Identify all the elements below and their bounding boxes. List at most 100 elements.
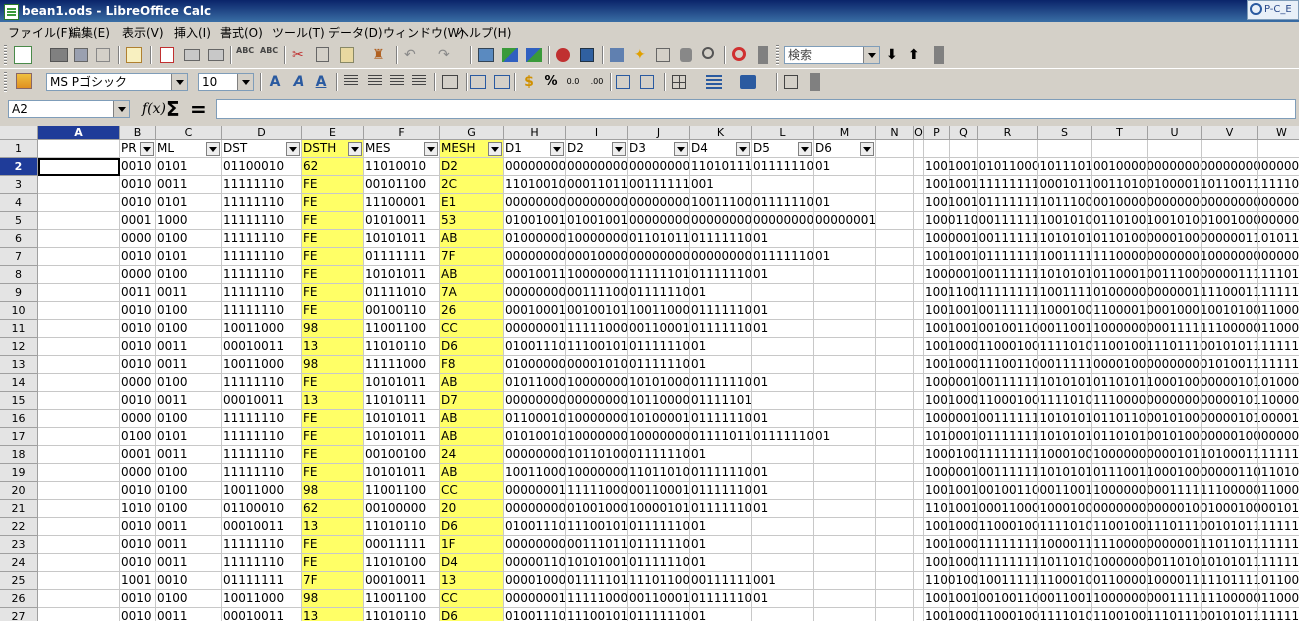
row-header-19[interactable]: 19 (0, 464, 38, 482)
cell-m25[interactable] (814, 572, 876, 590)
cell-a2[interactable] (38, 158, 120, 176)
font-size-arrow-icon[interactable] (237, 74, 253, 90)
pivot-table-icon[interactable] (580, 48, 594, 62)
row-header-5[interactable]: 5 (0, 212, 38, 230)
cell-h11[interactable]: 00000001 (504, 320, 566, 338)
cell-e18[interactable]: FE (302, 446, 364, 464)
cell-q21[interactable] (950, 500, 978, 518)
cell-i5[interactable]: 01001001 (566, 212, 628, 230)
cell-j3[interactable]: 00111111 (628, 176, 690, 194)
cell-l11[interactable]: 01 (752, 320, 814, 338)
print-icon[interactable] (184, 49, 200, 61)
cell-g2[interactable]: D2 (440, 158, 504, 176)
cell-i6[interactable]: 10000000 (566, 230, 628, 248)
header-cell[interactable] (1038, 140, 1092, 158)
cell-j4[interactable]: 00000000 (628, 194, 690, 212)
cell-f15[interactable]: 11010111 (364, 392, 440, 410)
column-header-a[interactable]: A (38, 126, 120, 140)
cell-v5[interactable] (1202, 212, 1258, 230)
autospellcheck-icon[interactable]: ABC (260, 46, 278, 64)
cell-o15[interactable] (914, 392, 924, 410)
cell-o18[interactable] (914, 446, 924, 464)
cell-p4[interactable]: 1001001011111111011100001000000000000000… (924, 194, 1299, 212)
cell-i11[interactable]: 11111000 (566, 320, 628, 338)
cell-j25[interactable]: 11101100 (628, 572, 690, 590)
cut-icon[interactable]: ✂ (292, 46, 310, 64)
font-size-box[interactable]: 10 (198, 73, 254, 91)
header-cell[interactable] (914, 140, 924, 158)
cell-e22[interactable]: 13 (302, 518, 364, 536)
cell-p22[interactable]: 1001000110001001111010110010011101110010… (924, 518, 1299, 536)
column-header-q[interactable]: Q (950, 126, 978, 140)
background-color-icon[interactable] (740, 75, 756, 89)
cell-w23[interactable] (1258, 536, 1299, 554)
cell-i9[interactable]: 00111100 (566, 284, 628, 302)
cell-u20[interactable] (1148, 482, 1202, 500)
cell-f24[interactable]: 11010100 (364, 554, 440, 572)
cell-u8[interactable] (1148, 266, 1202, 284)
spellcheck-icon[interactable]: ABC (236, 46, 254, 64)
cell-n17[interactable] (876, 428, 914, 446)
cell-t13[interactable] (1092, 356, 1148, 374)
cell-c17[interactable]: 0101 (156, 428, 222, 446)
cell-a14[interactable] (38, 374, 120, 392)
cell-g26[interactable]: CC (440, 590, 504, 608)
cell-q26[interactable] (950, 590, 978, 608)
cell-a20[interactable] (38, 482, 120, 500)
cell-b15[interactable]: 0010 (120, 392, 156, 410)
cell-c13[interactable]: 0011 (156, 356, 222, 374)
find-next-icon[interactable]: ⬇ (886, 46, 904, 64)
cell-r18[interactable] (978, 446, 1038, 464)
export-pdf-icon[interactable] (160, 47, 174, 63)
cell-n5[interactable] (876, 212, 914, 230)
cell-e12[interactable]: 13 (302, 338, 364, 356)
cell-h15[interactable]: 00000000 (504, 392, 566, 410)
cell-j16[interactable]: 10100001 (628, 410, 690, 428)
autofilter-arrow-icon[interactable] (424, 142, 438, 156)
cell-g24[interactable]: D4 (440, 554, 504, 572)
bold-button[interactable]: A (266, 73, 284, 91)
cell-o27[interactable] (914, 608, 924, 621)
cell-i2[interactable]: 00000000 (566, 158, 628, 176)
cell-g14[interactable]: AB (440, 374, 504, 392)
cell-m27[interactable] (814, 608, 876, 621)
cell-b3[interactable]: 0010 (120, 176, 156, 194)
cell-s3[interactable] (1038, 176, 1092, 194)
cell-v8[interactable] (1202, 266, 1258, 284)
row-header-26[interactable]: 26 (0, 590, 38, 608)
cell-f4[interactable]: 11100001 (364, 194, 440, 212)
cell-u4[interactable] (1148, 194, 1202, 212)
cell-w19[interactable] (1258, 464, 1299, 482)
find-previous-icon[interactable]: ⬆ (908, 46, 926, 64)
cell-e20[interactable]: 98 (302, 482, 364, 500)
cell-q11[interactable] (950, 320, 978, 338)
cell-d7[interactable]: 11111110 (222, 248, 302, 266)
cell-d10[interactable]: 11111110 (222, 302, 302, 320)
cell-v27[interactable] (1202, 608, 1258, 621)
cell-c19[interactable]: 0100 (156, 464, 222, 482)
cell-q22[interactable] (950, 518, 978, 536)
cell-i15[interactable]: 00000000 (566, 392, 628, 410)
cell-e5[interactable]: FE (302, 212, 364, 230)
cell-w7[interactable] (1258, 248, 1299, 266)
cell-h3[interactable]: 11010010 (504, 176, 566, 194)
cell-g11[interactable]: CC (440, 320, 504, 338)
cell-q14[interactable] (950, 374, 978, 392)
cell-r20[interactable] (978, 482, 1038, 500)
cell-h21[interactable]: 00000000 (504, 500, 566, 518)
column-header-b[interactable]: B (120, 126, 156, 140)
cell-h18[interactable]: 00000000 (504, 446, 566, 464)
cell-t12[interactable] (1092, 338, 1148, 356)
cell-q15[interactable] (950, 392, 978, 410)
cell-j2[interactable]: 00000000 (628, 158, 690, 176)
header-cell[interactable] (950, 140, 978, 158)
cell-d24[interactable]: 11111110 (222, 554, 302, 572)
cell-w18[interactable] (1258, 446, 1299, 464)
row-header-27[interactable]: 27 (0, 608, 38, 621)
cell-e21[interactable]: 62 (302, 500, 364, 518)
cell-e13[interactable]: 98 (302, 356, 364, 374)
borders-icon[interactable] (672, 75, 686, 89)
increase-indent-icon[interactable] (640, 75, 654, 89)
cell-i3[interactable]: 00011011 (566, 176, 628, 194)
cell-m24[interactable] (814, 554, 876, 572)
